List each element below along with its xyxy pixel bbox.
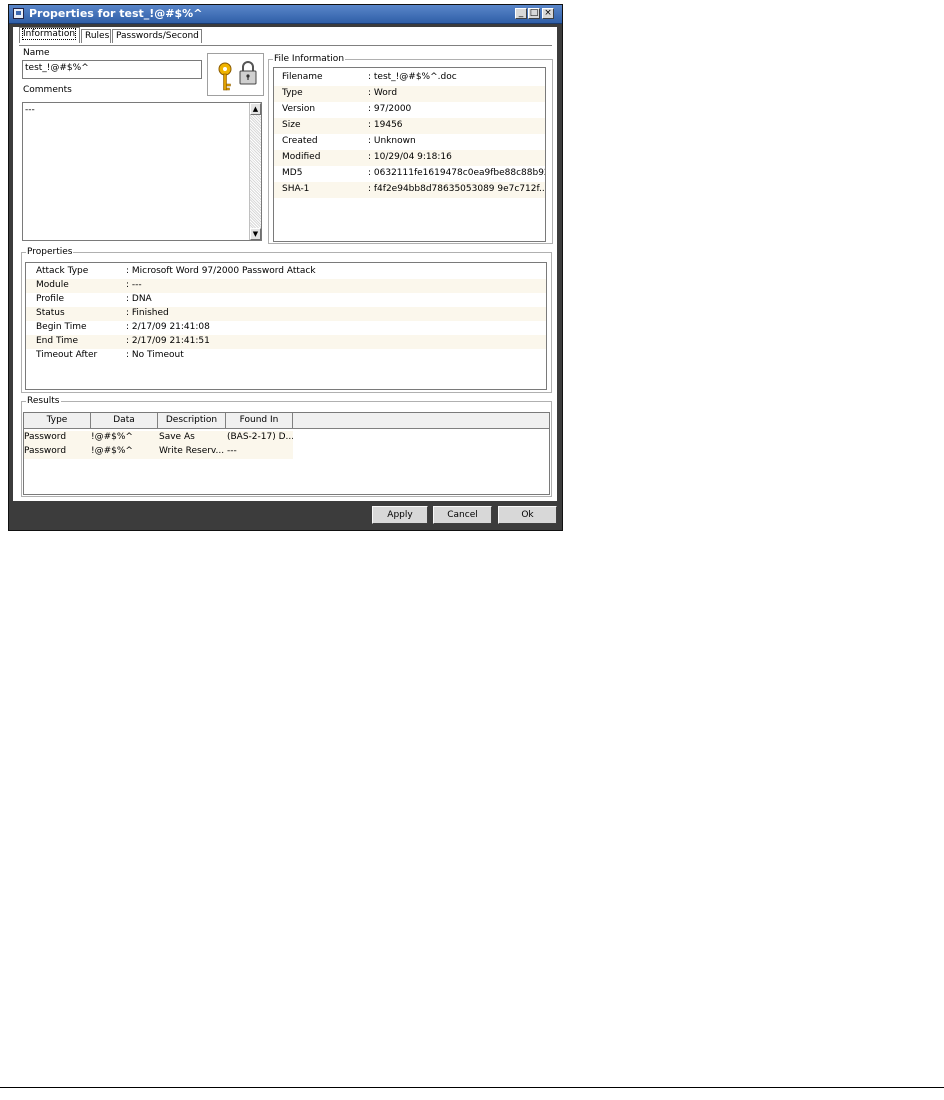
properties-list: Attack Type : Microsoft Word 97/2000 Pas… (25, 262, 547, 390)
result-type: Password (24, 432, 67, 442)
result-found-in: (BAS-2-17) D... (227, 432, 293, 442)
scroll-down-icon[interactable]: ▼ (250, 228, 261, 240)
tab-information-label: Information (21, 28, 77, 40)
ok-button[interactable]: Ok (498, 506, 557, 524)
minimize-button[interactable]: _ (515, 8, 527, 19)
file-info-value: : test_!@#$%^.doc (368, 72, 457, 82)
file-info-value: : 19456 (368, 120, 403, 130)
list-item: Type : Word (274, 86, 545, 102)
file-info-key: Type (282, 88, 303, 98)
property-key: Begin Time (36, 322, 87, 332)
column-header-description[interactable]: Description (158, 413, 226, 429)
column-header-type[interactable]: Type (24, 413, 91, 429)
name-label: Name (23, 48, 50, 58)
file-info-key: SHA-1 (282, 184, 310, 194)
column-header-found-in[interactable]: Found In (226, 413, 293, 429)
cancel-button[interactable]: Cancel (433, 506, 492, 524)
file-info-value: : 97/2000 (368, 104, 412, 114)
property-key: End Time (36, 336, 78, 346)
list-item: Begin Time : 2/17/09 21:41:08 (26, 321, 546, 335)
list-item: Version : 97/2000 (274, 102, 545, 118)
result-found-in: --- (227, 446, 237, 456)
comments-text: --- (25, 105, 35, 115)
file-info-key: Created (282, 136, 318, 146)
page-divider (0, 1087, 944, 1088)
file-information-group: File Information Filename : test_!@#$%^.… (268, 54, 553, 244)
file-info-key: Version (282, 104, 316, 114)
button-bar: Apply Cancel Ok (13, 501, 557, 527)
property-value: : 2/17/09 21:41:51 (126, 336, 210, 346)
comments-label: Comments (23, 85, 72, 95)
scroll-up-icon[interactable]: ▲ (250, 103, 261, 115)
tab-passwords-second[interactable]: Passwords/Second (112, 29, 202, 43)
property-value: : --- (126, 280, 142, 290)
file-information-list: Filename : test_!@#$%^.doc Type : Word V… (273, 67, 546, 242)
key-icon (218, 61, 257, 91)
app-icon (13, 8, 24, 19)
list-item: Filename : test_!@#$%^.doc (274, 70, 545, 86)
column-header-filler (293, 413, 549, 429)
property-key: Module (36, 280, 69, 290)
list-item: Status : Finished (26, 307, 546, 321)
window-title: Properties for test_!@#$%^ (29, 7, 203, 20)
property-key: Attack Type (36, 266, 89, 276)
result-description: Save As (159, 432, 195, 442)
apply-button[interactable]: Apply (372, 506, 428, 524)
property-value: : 2/17/09 21:41:08 (126, 322, 210, 332)
result-type: Password (24, 446, 67, 456)
tab-divider (19, 45, 552, 46)
title-bar[interactable]: Properties for test_!@#$%^ _ □ × (9, 5, 562, 24)
tab-rules[interactable]: Rules (81, 29, 111, 43)
file-info-key: Modified (282, 152, 321, 162)
file-info-key: MD5 (282, 168, 303, 178)
results-group: Results Type Data Description Found In P… (21, 396, 552, 497)
list-item: Attack Type : Microsoft Word 97/2000 Pas… (26, 265, 546, 279)
list-item: MD5 : 0632111fe1619478c0ea9fbe88c88b92 (274, 166, 545, 182)
list-item: Timeout After : No Timeout (26, 349, 546, 363)
property-value: : DNA (126, 294, 152, 304)
table-row[interactable]: Password !@#$%^ Write Reserv... --- (24, 445, 293, 459)
file-info-value: : Word (368, 88, 398, 98)
comments-scrollbar[interactable]: ▲ ▼ (249, 103, 261, 240)
list-item: Created : Unknown (274, 134, 545, 150)
property-key: Timeout After (36, 350, 98, 360)
property-key: Status (36, 308, 65, 318)
file-info-key: Size (282, 120, 301, 130)
property-value: : Microsoft Word 97/2000 Password Attack (126, 266, 316, 276)
tab-information[interactable]: Information (19, 27, 80, 43)
result-data: !@#$%^ (91, 432, 133, 442)
file-info-value: : 0632111fe1619478c0ea9fbe88c88b92 (368, 168, 545, 178)
list-item: Profile : DNA (26, 293, 546, 307)
column-header-data[interactable]: Data (91, 413, 158, 429)
result-data: !@#$%^ (91, 446, 133, 456)
results-table[interactable]: Type Data Description Found In Password … (23, 412, 550, 495)
list-item: Size : 19456 (274, 118, 545, 134)
list-item: Modified : 10/29/04 9:18:16 (274, 150, 545, 166)
list-item: SHA-1 : f4f2e94bb8d78635053089 9e7c712f.… (274, 182, 545, 198)
close-button[interactable]: × (542, 8, 554, 19)
properties-title: Properties (26, 247, 74, 258)
file-information-title: File Information (273, 54, 346, 65)
list-item: Module : --- (26, 279, 546, 293)
list-item: End Time : 2/17/09 21:41:51 (26, 335, 546, 349)
properties-dialog: Properties for test_!@#$%^ _ □ × Informa… (8, 4, 563, 531)
table-row[interactable]: Password !@#$%^ Save As (BAS-2-17) D... (24, 431, 293, 445)
property-value: : Finished (126, 308, 169, 318)
maximize-button[interactable]: □ (528, 8, 540, 19)
file-status-icons (207, 53, 264, 96)
file-info-value: : f4f2e94bb8d78635053089 9e7c712f... (368, 184, 545, 194)
dialog-content: Information Rules Passwords/Second Name … (13, 27, 557, 501)
properties-group: Properties Attack Type : Microsoft Word … (21, 247, 552, 393)
file-info-value: : Unknown (368, 136, 416, 146)
result-description: Write Reserv... (159, 446, 225, 456)
comments-field[interactable]: --- ▲ ▼ (22, 102, 262, 241)
name-field[interactable]: test_!@#$%^ (22, 60, 202, 79)
file-info-key: Filename (282, 72, 323, 82)
file-info-value: : 10/29/04 9:18:16 (368, 152, 452, 162)
property-value: : No Timeout (126, 350, 184, 360)
results-title: Results (26, 396, 61, 407)
property-key: Profile (36, 294, 64, 304)
